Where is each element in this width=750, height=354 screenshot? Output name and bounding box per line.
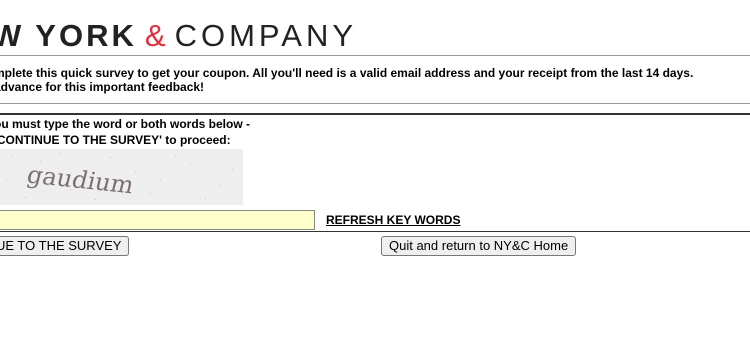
logo-text-right: COMPANY: [174, 18, 358, 53]
survey-page: W YORK & COMPANY mplete this quick survey …: [0, 0, 750, 354]
form-top-rule: [0, 113, 750, 115]
intro-text: mplete this quick survey to get your cou…: [0, 66, 750, 94]
logo-ampersand: &: [144, 18, 169, 53]
instructions-line-2: 'CONTINUE TO THE SURVEY' to proceed:: [0, 133, 231, 147]
captcha-instructions: ou must type the word or both words belo…: [0, 116, 250, 148]
form-bottom-rule: [0, 231, 750, 232]
captcha-image: gaudium: [0, 149, 243, 205]
captcha-graphic: gaudium: [6, 153, 233, 200]
header-divider: [0, 55, 750, 56]
refresh-key-words-link[interactable]: REFRESH KEY WORDS: [326, 213, 460, 227]
brand-logo: W YORK & COMPANY: [0, 16, 357, 56]
captcha-word: gaudium: [24, 161, 137, 199]
intro-line-2: advance for this important feedback!: [0, 80, 205, 94]
logo-text-left: W YORK: [0, 18, 137, 53]
intro-divider: [0, 103, 750, 104]
continue-to-survey-button[interactable]: UE TO THE SURVEY: [0, 236, 130, 256]
captcha-keyword-input[interactable]: [0, 210, 315, 230]
quit-return-home-button[interactable]: Quit and return to NY&C Home: [381, 236, 577, 256]
intro-line-1: mplete this quick survey to get your cou…: [0, 66, 694, 80]
instructions-line-1: ou must type the word or both words belo…: [0, 117, 250, 131]
